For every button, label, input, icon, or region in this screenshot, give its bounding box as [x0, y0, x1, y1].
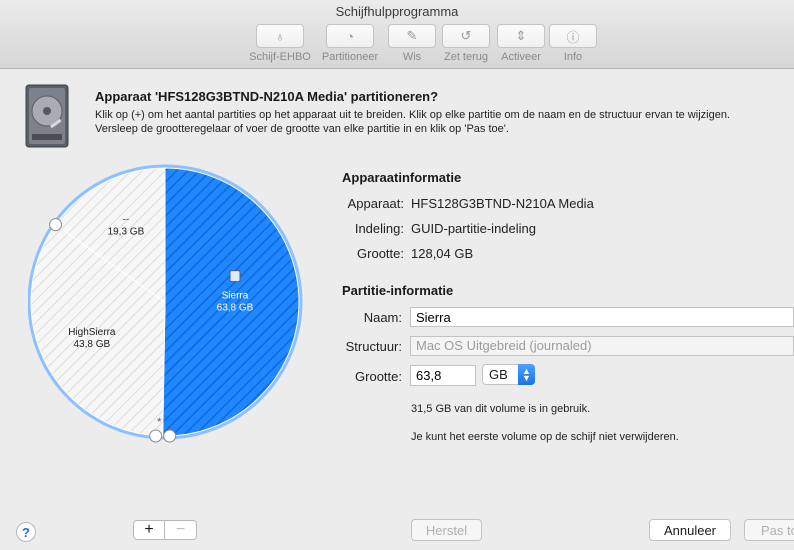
remove-note: Je kunt het eerste volume op de schijf n…: [411, 431, 679, 443]
pie-label-sierra-name: Sierra: [222, 291, 249, 302]
help-button[interactable]: ?: [16, 522, 36, 542]
partition-pie-chart: * Sierra63,8 GB HighSierra43,8 GB --19,3 G…: [28, 164, 303, 443]
device-label: Apparaat:: [347, 196, 404, 211]
partition-info-title: Partitie-informatie: [342, 283, 454, 298]
partition-format-label: Structuur:: [345, 339, 402, 354]
tool-schijf-ehbo-button[interactable]: ♁ Schijf-EHBO: [245, 24, 315, 63]
pie-icon: ◔: [326, 24, 374, 48]
stethoscope-icon: ♁: [256, 24, 304, 48]
size-unit-popup[interactable]: GB ▲ ▼: [482, 364, 535, 385]
scheme-value: GUID-partitie-indeling: [411, 221, 536, 236]
tool-partitioneer-label: Partitioneer: [321, 51, 379, 63]
restore-icon: ↺: [442, 24, 490, 48]
revert-button[interactable]: Herstel: [411, 519, 482, 541]
pie-label-free-size: 19,3 GB: [108, 227, 145, 238]
resize-handle-highsierra[interactable]: [49, 218, 63, 232]
erase-icon: ✎: [388, 24, 436, 48]
apply-button[interactable]: Pas toe: [744, 519, 794, 541]
device-info-title: Apparaatinformatie: [342, 170, 462, 185]
dialog-description: Klik op (+) om het aantal partities op h…: [95, 108, 794, 136]
device-size-value: 128,04 GB: [411, 246, 474, 261]
partition-size-field[interactable]: [410, 365, 476, 386]
pie-label-highsierra-size: 43,8 GB: [74, 339, 111, 350]
tool-info-button[interactable]: ⓘ Info: [538, 24, 608, 63]
cancel-button[interactable]: Annuleer: [649, 519, 731, 541]
dialog-description-line2: Versleep de grootteregelaar of voer de g…: [95, 123, 509, 135]
usage-note: 31,5 GB van dit volume is in gebruik.: [411, 403, 591, 415]
free-space-marker: *: [157, 415, 162, 429]
pie-label-free-name: --: [123, 215, 130, 226]
volume-finder-icon: [229, 270, 241, 283]
scheme-label: Indeling:: [354, 221, 404, 236]
hard-disk-icon: [25, 84, 69, 148]
size-unit-value: GB: [489, 367, 508, 382]
window-title: Schijfhulpprogramma: [335, 4, 459, 19]
info-icon: ⓘ: [549, 24, 597, 48]
window-toolbar: Schijfhulpprogramma ♁ Schijf-EHBO ◔ Partiti…: [0, 0, 794, 69]
dialog-title: Apparaat 'HFS128G3BTND-N210A Media' part…: [95, 89, 439, 104]
tool-info-label: Info: [563, 51, 583, 63]
pie-label-highsierra-name: HighSierra: [68, 327, 116, 338]
device-size-label: Grootte:: [357, 246, 404, 261]
partition-name-field[interactable]: [410, 307, 794, 327]
device-value: HFS128G3BTND-N210A Media: [411, 196, 594, 211]
resize-handle-sierra-right[interactable]: [163, 429, 177, 443]
remove-partition-button[interactable]: −: [165, 520, 197, 540]
add-partition-button[interactable]: +: [133, 520, 165, 540]
partition-format-popup[interactable]: Mac OS Uitgebreid (journaled): [410, 336, 794, 356]
tool-schijf-ehbo-label: Schijf-EHBO: [249, 51, 311, 63]
pie-label-sierra-size: 63,8 GB: [217, 303, 254, 314]
partition-size-label: Grootte:: [355, 369, 402, 384]
dialog-description-line1: Klik op (+) om het aantal partities op h…: [95, 109, 730, 121]
tool-partitioneer-button[interactable]: ◔ Partitioneer: [315, 24, 385, 63]
resize-handle-sierra-left[interactable]: [149, 429, 163, 443]
partition-name-label: Naam:: [363, 310, 402, 325]
popup-arrows-icon: ▲ ▼: [518, 364, 535, 385]
